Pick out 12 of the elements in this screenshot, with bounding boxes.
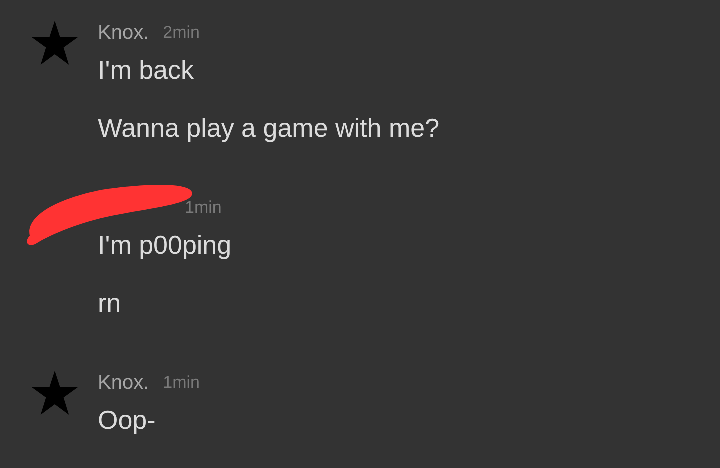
message-text: Oop- <box>98 404 157 436</box>
message-text: I'm back <box>98 54 195 86</box>
message-text: Wanna play a game with me? <box>98 112 440 144</box>
timestamp: 2min <box>163 22 200 44</box>
timestamp: 1min <box>185 197 222 220</box>
message-text: I'm p00ping <box>98 228 232 262</box>
message-text: rn <box>98 286 122 320</box>
timestamp: 1min <box>163 372 200 394</box>
author-name: Knox. <box>98 371 150 396</box>
star-icon <box>32 371 78 415</box>
author-name: Knox. <box>98 21 150 46</box>
star-icon <box>32 21 78 65</box>
